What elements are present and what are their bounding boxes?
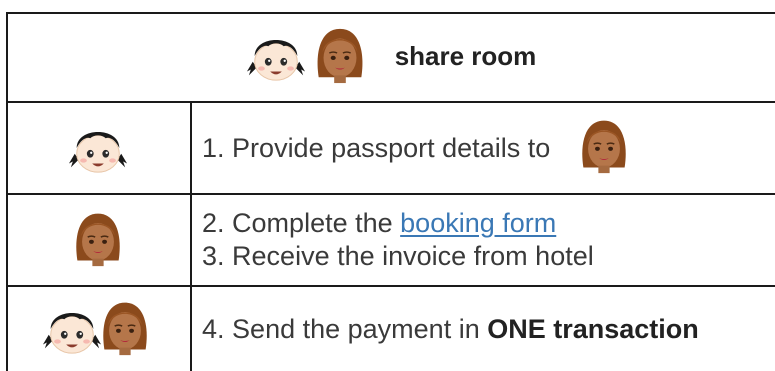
header-title: share room [394, 41, 537, 71]
row2-text-cell: 2. Complete the booking form 3. Receive … [202, 195, 775, 285]
step1-number: 1. [202, 132, 225, 163]
girl-pigtails-emoji-icon [245, 23, 307, 90]
step2-number: 2. [202, 208, 225, 238]
step3-number: 3. [202, 241, 225, 271]
row3-text-cell: 4. Send the payment in ONE transaction [202, 287, 775, 371]
row3-icon-cell [6, 287, 190, 371]
woman-brown-hair-emoji-icon [574, 114, 634, 183]
woman-brown-hair-emoji-icon [68, 207, 128, 274]
woman-brown-hair-emoji-icon [309, 23, 371, 90]
row1-icon-cell [6, 103, 190, 193]
step4-text: Send the payment in [232, 313, 480, 344]
booking-form-link[interactable]: booking form [400, 208, 556, 238]
woman-brown-hair-emoji-icon [95, 296, 155, 363]
step4-emphasis: ONE transaction [487, 313, 699, 344]
step2-line: 2. Complete the booking form [202, 207, 594, 240]
girl-pigtails-emoji-icon [41, 296, 103, 363]
row2-icon-cell [6, 195, 190, 285]
row1-text-cell: 1. Provide passport details to [202, 103, 775, 193]
step4-number: 4. [202, 313, 225, 344]
step3-text: Receive the invoice from hotel [232, 241, 594, 271]
column-divider [190, 102, 192, 371]
share-room-table: share room 1. Provide passport details t… [6, 12, 775, 371]
step2-text: Complete the [232, 208, 393, 238]
step1-text: Provide passport details to [232, 132, 551, 163]
header-row: share room [6, 12, 775, 101]
step3-line: 3. Receive the invoice from hotel [202, 240, 594, 273]
girl-pigtails-emoji-icon [67, 115, 129, 182]
